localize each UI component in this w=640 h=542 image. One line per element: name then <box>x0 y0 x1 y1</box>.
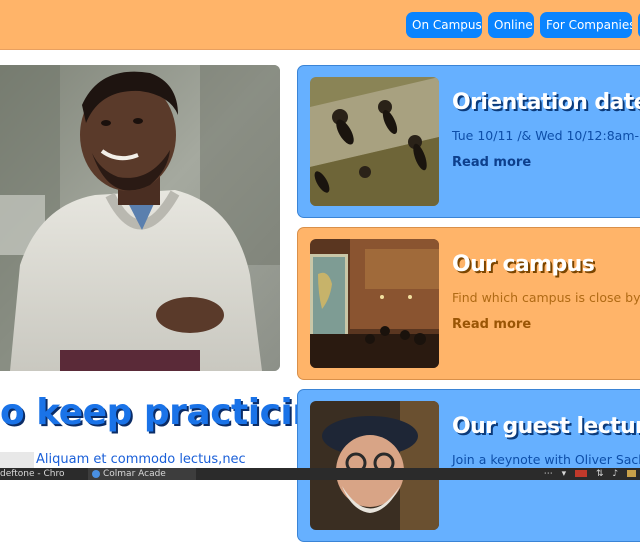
tray-dots-icon[interactable]: ⋯ <box>544 468 553 480</box>
taskbar-item-colmar[interactable]: Colmar Acade <box>88 468 196 480</box>
hero-image <box>0 65 280 371</box>
volume-icon[interactable]: ♪ <box>612 468 618 480</box>
card-guest-lecture-image <box>310 401 439 530</box>
network-icon[interactable]: ▾ <box>562 468 567 480</box>
card-guest-lecture: Our guest lecture Join a keynote with Ol… <box>297 389 640 542</box>
taskbar-item-colmar-label: Colmar Acade <box>103 469 166 479</box>
hero-photo <box>0 65 280 371</box>
card-guest-lecture-title: Our guest lecture <box>452 414 640 439</box>
card-orientation-image <box>310 77 439 206</box>
lecturer-portrait-photo <box>310 401 439 530</box>
card-campus-title: Our campus <box>452 252 595 277</box>
folder-icon[interactable] <box>627 470 636 477</box>
taskbar-item-chrome[interactable]: deftone - Chro <box>0 468 88 480</box>
taskbar-item-chrome-label: deftone - Chro <box>0 469 65 479</box>
card-guest-lecture-desc: Join a keynote with Oliver Sack <box>452 452 640 467</box>
nav-on-campus-button[interactable]: On Campus <box>406 12 482 38</box>
updown-icon[interactable]: ⇅ <box>596 468 604 480</box>
classroom-photo <box>310 239 439 368</box>
card-campus-desc: Find which campus is close by y <box>452 290 640 305</box>
card-campus-image <box>310 239 439 368</box>
nav-for-companies-button[interactable]: For Companies <box>540 12 632 38</box>
flag-icon[interactable] <box>575 470 588 477</box>
page-headline: o keep practicing <box>0 392 343 433</box>
chrome-icon <box>92 469 100 478</box>
card-campus: Our campus Find which campus is close by… <box>297 227 640 380</box>
body-text: Aliquam et commodo lectus,nec <box>36 452 246 467</box>
card-orientation-read-more-link[interactable]: Read more <box>452 155 531 170</box>
people-walking-photo <box>310 77 439 206</box>
card-campus-read-more-link[interactable]: Read more <box>452 317 531 332</box>
card-orientation: Orientation date Tue 10/11 /& Wed 10/12:… <box>297 65 640 218</box>
os-taskbar: deftone - Chro Colmar Acade ⋯ ▾ ⇅ ♪ <box>0 468 640 480</box>
nav-online-button[interactable]: Online <box>488 12 534 38</box>
top-header: On Campus Online For Companies <box>0 0 640 50</box>
system-tray: ⋯ ▾ ⇅ ♪ <box>544 468 640 480</box>
card-orientation-desc: Tue 10/11 /& Wed 10/12:8am-3 <box>452 128 640 143</box>
card-orientation-title: Orientation date <box>452 90 640 115</box>
sidebar-fragment <box>0 452 34 468</box>
